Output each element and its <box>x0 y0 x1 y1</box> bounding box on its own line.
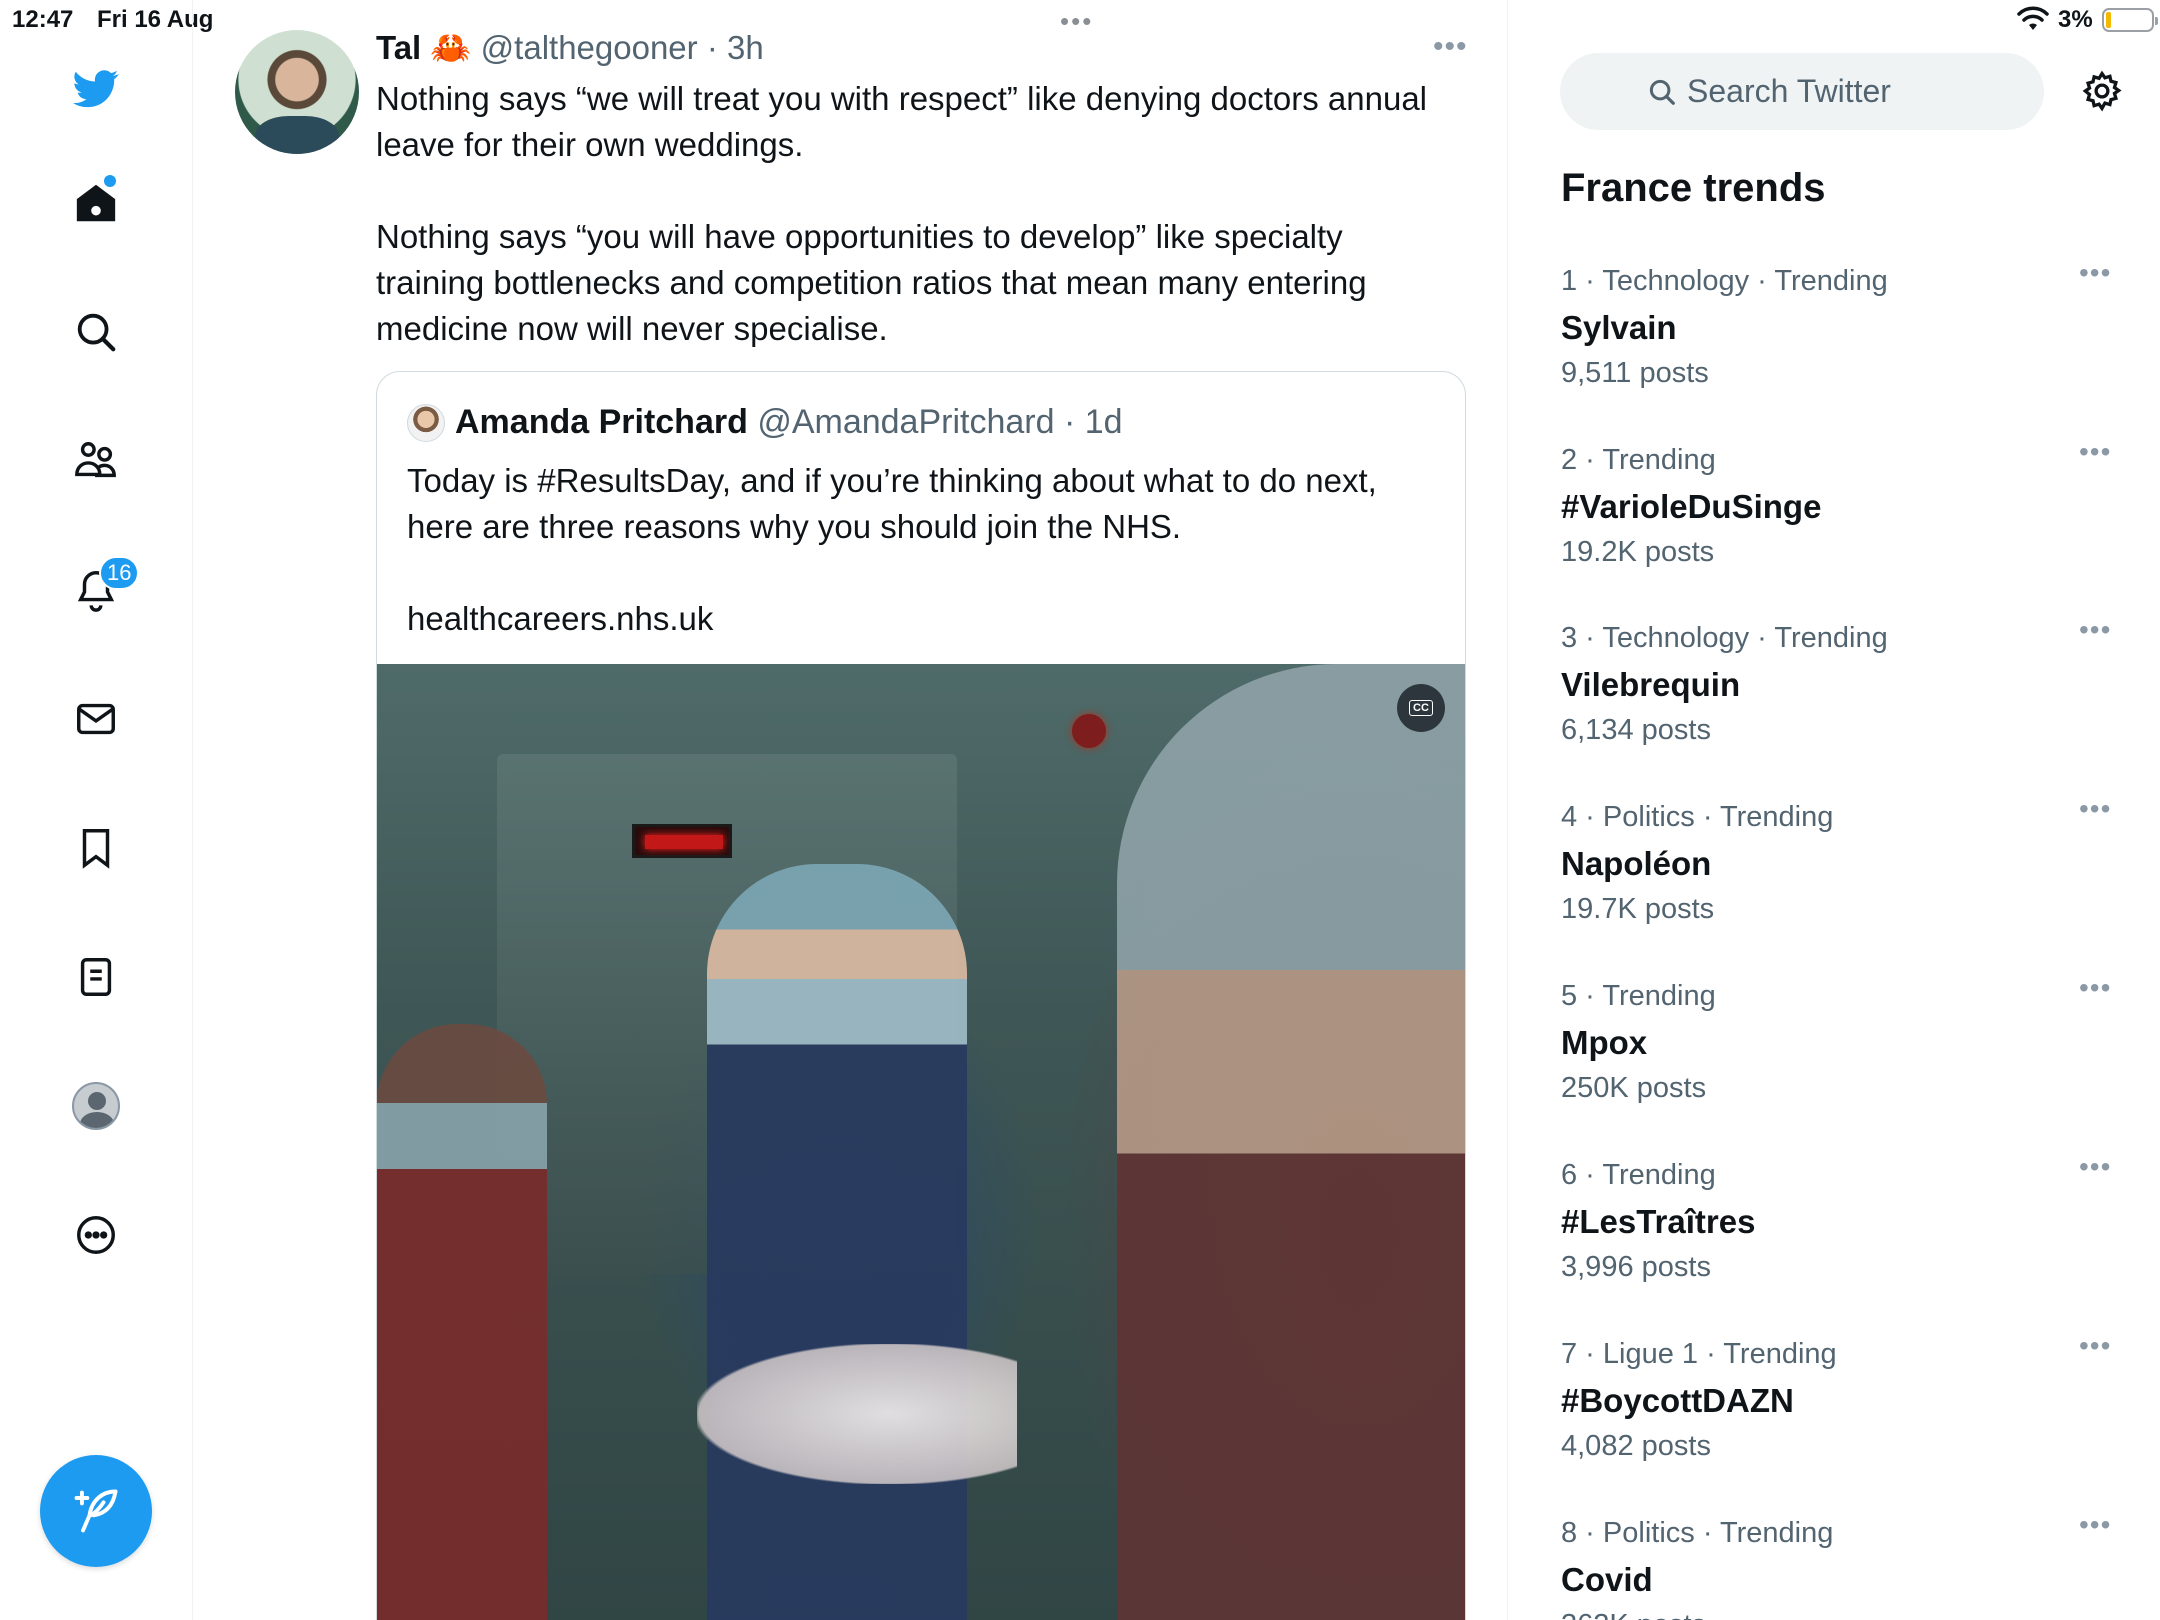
trend-meta: 2 · Trending <box>1561 444 1716 476</box>
trend-post-count: 19.2K posts <box>1561 536 1715 568</box>
trend-name: #BoycottDAZN <box>1561 1382 1794 1419</box>
trend-item[interactable]: 7 · Ligue 1 · Trending #BoycottDAZN 4,08… <box>1561 1330 2121 1506</box>
trend-name: Covid <box>1561 1561 1653 1598</box>
compose-tweet-button[interactable] <box>40 1455 152 1567</box>
tweet-text: Nothing says “we will treat you with res… <box>376 80 1428 347</box>
trend-name: #VarioleDuSinge <box>1561 488 1822 525</box>
tweet-author-name[interactable]: Tal <box>376 29 421 66</box>
quoted-author-handle: @AmandaPritchard <box>757 403 1055 441</box>
trend-more-icon[interactable]: ••• <box>2079 972 2111 1004</box>
search-input[interactable] <box>1687 73 1957 110</box>
left-nav: 16 <box>0 0 193 1620</box>
captions-button[interactable]: CC <box>1397 684 1445 732</box>
quoted-author-avatar <box>407 404 445 442</box>
trend-name: Mpox <box>1561 1024 1648 1061</box>
trend-post-count: 250K posts <box>1561 1072 1707 1104</box>
quoted-video[interactable]: CC <box>377 664 1465 1620</box>
trend-more-icon[interactable]: ••• <box>2079 1151 2111 1183</box>
trend-meta: 7 · Ligue 1 · Trending <box>1561 1338 1837 1370</box>
trend-meta: 4 · Politics · Trending <box>1561 801 1834 833</box>
video-figure-center <box>707 864 967 1620</box>
quoted-tweet-header: Amanda Pritchard @AmandaPritchard · 1d <box>455 403 1123 441</box>
quoted-tweet-text: Today is #ResultsDay, and if you’re thin… <box>407 462 1377 637</box>
trends-title: France trends <box>1561 166 1826 210</box>
trend-name: Vilebrequin <box>1561 666 1741 703</box>
search-icon <box>1649 79 1675 105</box>
trend-name: #LesTraîtres <box>1561 1203 1756 1240</box>
trend-item[interactable]: 3 · Technology · Trending Vilebrequin 6,… <box>1561 614 2121 790</box>
trend-post-count: 362K posts <box>1561 1607 1706 1620</box>
home-icon[interactable] <box>66 173 126 233</box>
tweet-feed: Tal 🦀 @talthegooner · 3h ••• Nothing say… <box>193 0 1508 1620</box>
communities-icon[interactable] <box>66 431 126 491</box>
quoted-tweet[interactable]: Amanda Pritchard @AmandaPritchard · 1d T… <box>376 371 1466 1620</box>
trend-more-icon[interactable]: ••• <box>2079 1330 2111 1362</box>
search-icon[interactable] <box>66 302 126 362</box>
trend-meta: 6 · Trending <box>1561 1159 1716 1191</box>
notifications-badge: 16 <box>99 556 140 590</box>
battery-icon <box>2102 8 2158 32</box>
trend-name: Napoléon <box>1561 845 1712 882</box>
messages-icon[interactable] <box>66 689 126 749</box>
video-red-light <box>1072 714 1106 748</box>
crab-emoji-icon: 🦀 <box>430 29 472 66</box>
trend-item[interactable]: 1 · Technology · Trending Sylvain 9,511 … <box>1561 257 2121 433</box>
trend-meta: 8 · Politics · Trending <box>1561 1517 1834 1549</box>
trend-item[interactable]: 4 · Politics · Trending Napoléon 19.7K p… <box>1561 793 2121 969</box>
captions-icon: CC <box>1409 700 1433 716</box>
trend-meta: 5 · Trending <box>1561 980 1716 1012</box>
video-figure-left <box>377 1024 547 1620</box>
lists-icon[interactable] <box>66 947 126 1007</box>
home-unread-dot <box>104 175 116 187</box>
settings-gear-icon[interactable] <box>2077 66 2127 116</box>
trend-item[interactable]: 6 · Trending #LesTraîtres 3,996 posts ••… <box>1561 1151 2121 1327</box>
trend-item[interactable]: 8 · Politics · Trending Covid 362K posts… <box>1561 1515 2121 1620</box>
trend-post-count: 6,134 posts <box>1561 714 1711 746</box>
trend-name: Sylvain <box>1561 309 1677 346</box>
trend-post-count: 19.7K posts <box>1561 893 1715 925</box>
trend-post-count: 4,082 posts <box>1561 1430 1711 1462</box>
tweet-author-handle[interactable]: @talthegooner <box>481 29 698 66</box>
trend-post-count: 3,996 posts <box>1561 1251 1711 1283</box>
video-hand <box>697 1344 1017 1484</box>
more-icon[interactable] <box>66 1205 126 1265</box>
trend-more-icon[interactable]: ••• <box>2079 1515 2111 1541</box>
twitter-logo-icon[interactable] <box>66 58 126 118</box>
trend-item[interactable]: 2 · Trending #VarioleDuSinge 19.2K posts… <box>1561 436 2121 612</box>
video-clock-display <box>632 824 732 858</box>
trend-more-icon[interactable]: ••• <box>2079 257 2111 289</box>
notifications-icon[interactable]: 16 <box>66 556 140 620</box>
wifi-icon <box>2017 6 2049 30</box>
avatar <box>72 1082 120 1130</box>
tweet-author-avatar[interactable] <box>235 30 359 154</box>
video-figure-right <box>1117 664 1465 1620</box>
trend-more-icon[interactable]: ••• <box>2079 614 2111 646</box>
bookmarks-icon[interactable] <box>66 818 126 878</box>
quoted-tweet-time: 1d <box>1084 403 1123 441</box>
profile-nav-avatar[interactable] <box>66 1076 126 1136</box>
tweet-more-icon[interactable]: ••• <box>1433 30 1468 64</box>
trend-meta: 1 · Technology · Trending <box>1561 265 1888 297</box>
search-box[interactable] <box>1560 53 2044 130</box>
tweet-time[interactable]: 3h <box>727 29 764 66</box>
trend-post-count: 9,511 posts <box>1561 357 1709 389</box>
tweet-header: Tal 🦀 @talthegooner · 3h <box>376 29 764 66</box>
battery-percent: 3% <box>2058 6 2093 33</box>
quoted-author-name: Amanda Pritchard <box>455 403 748 441</box>
trend-item[interactable]: 5 · Trending Mpox 250K posts ••• <box>1561 972 2121 1148</box>
trend-more-icon[interactable]: ••• <box>2079 436 2111 468</box>
trend-meta: 3 · Technology · Trending <box>1561 622 1888 654</box>
trend-more-icon[interactable]: ••• <box>2079 793 2111 825</box>
feather-plus-icon <box>74 1489 118 1533</box>
